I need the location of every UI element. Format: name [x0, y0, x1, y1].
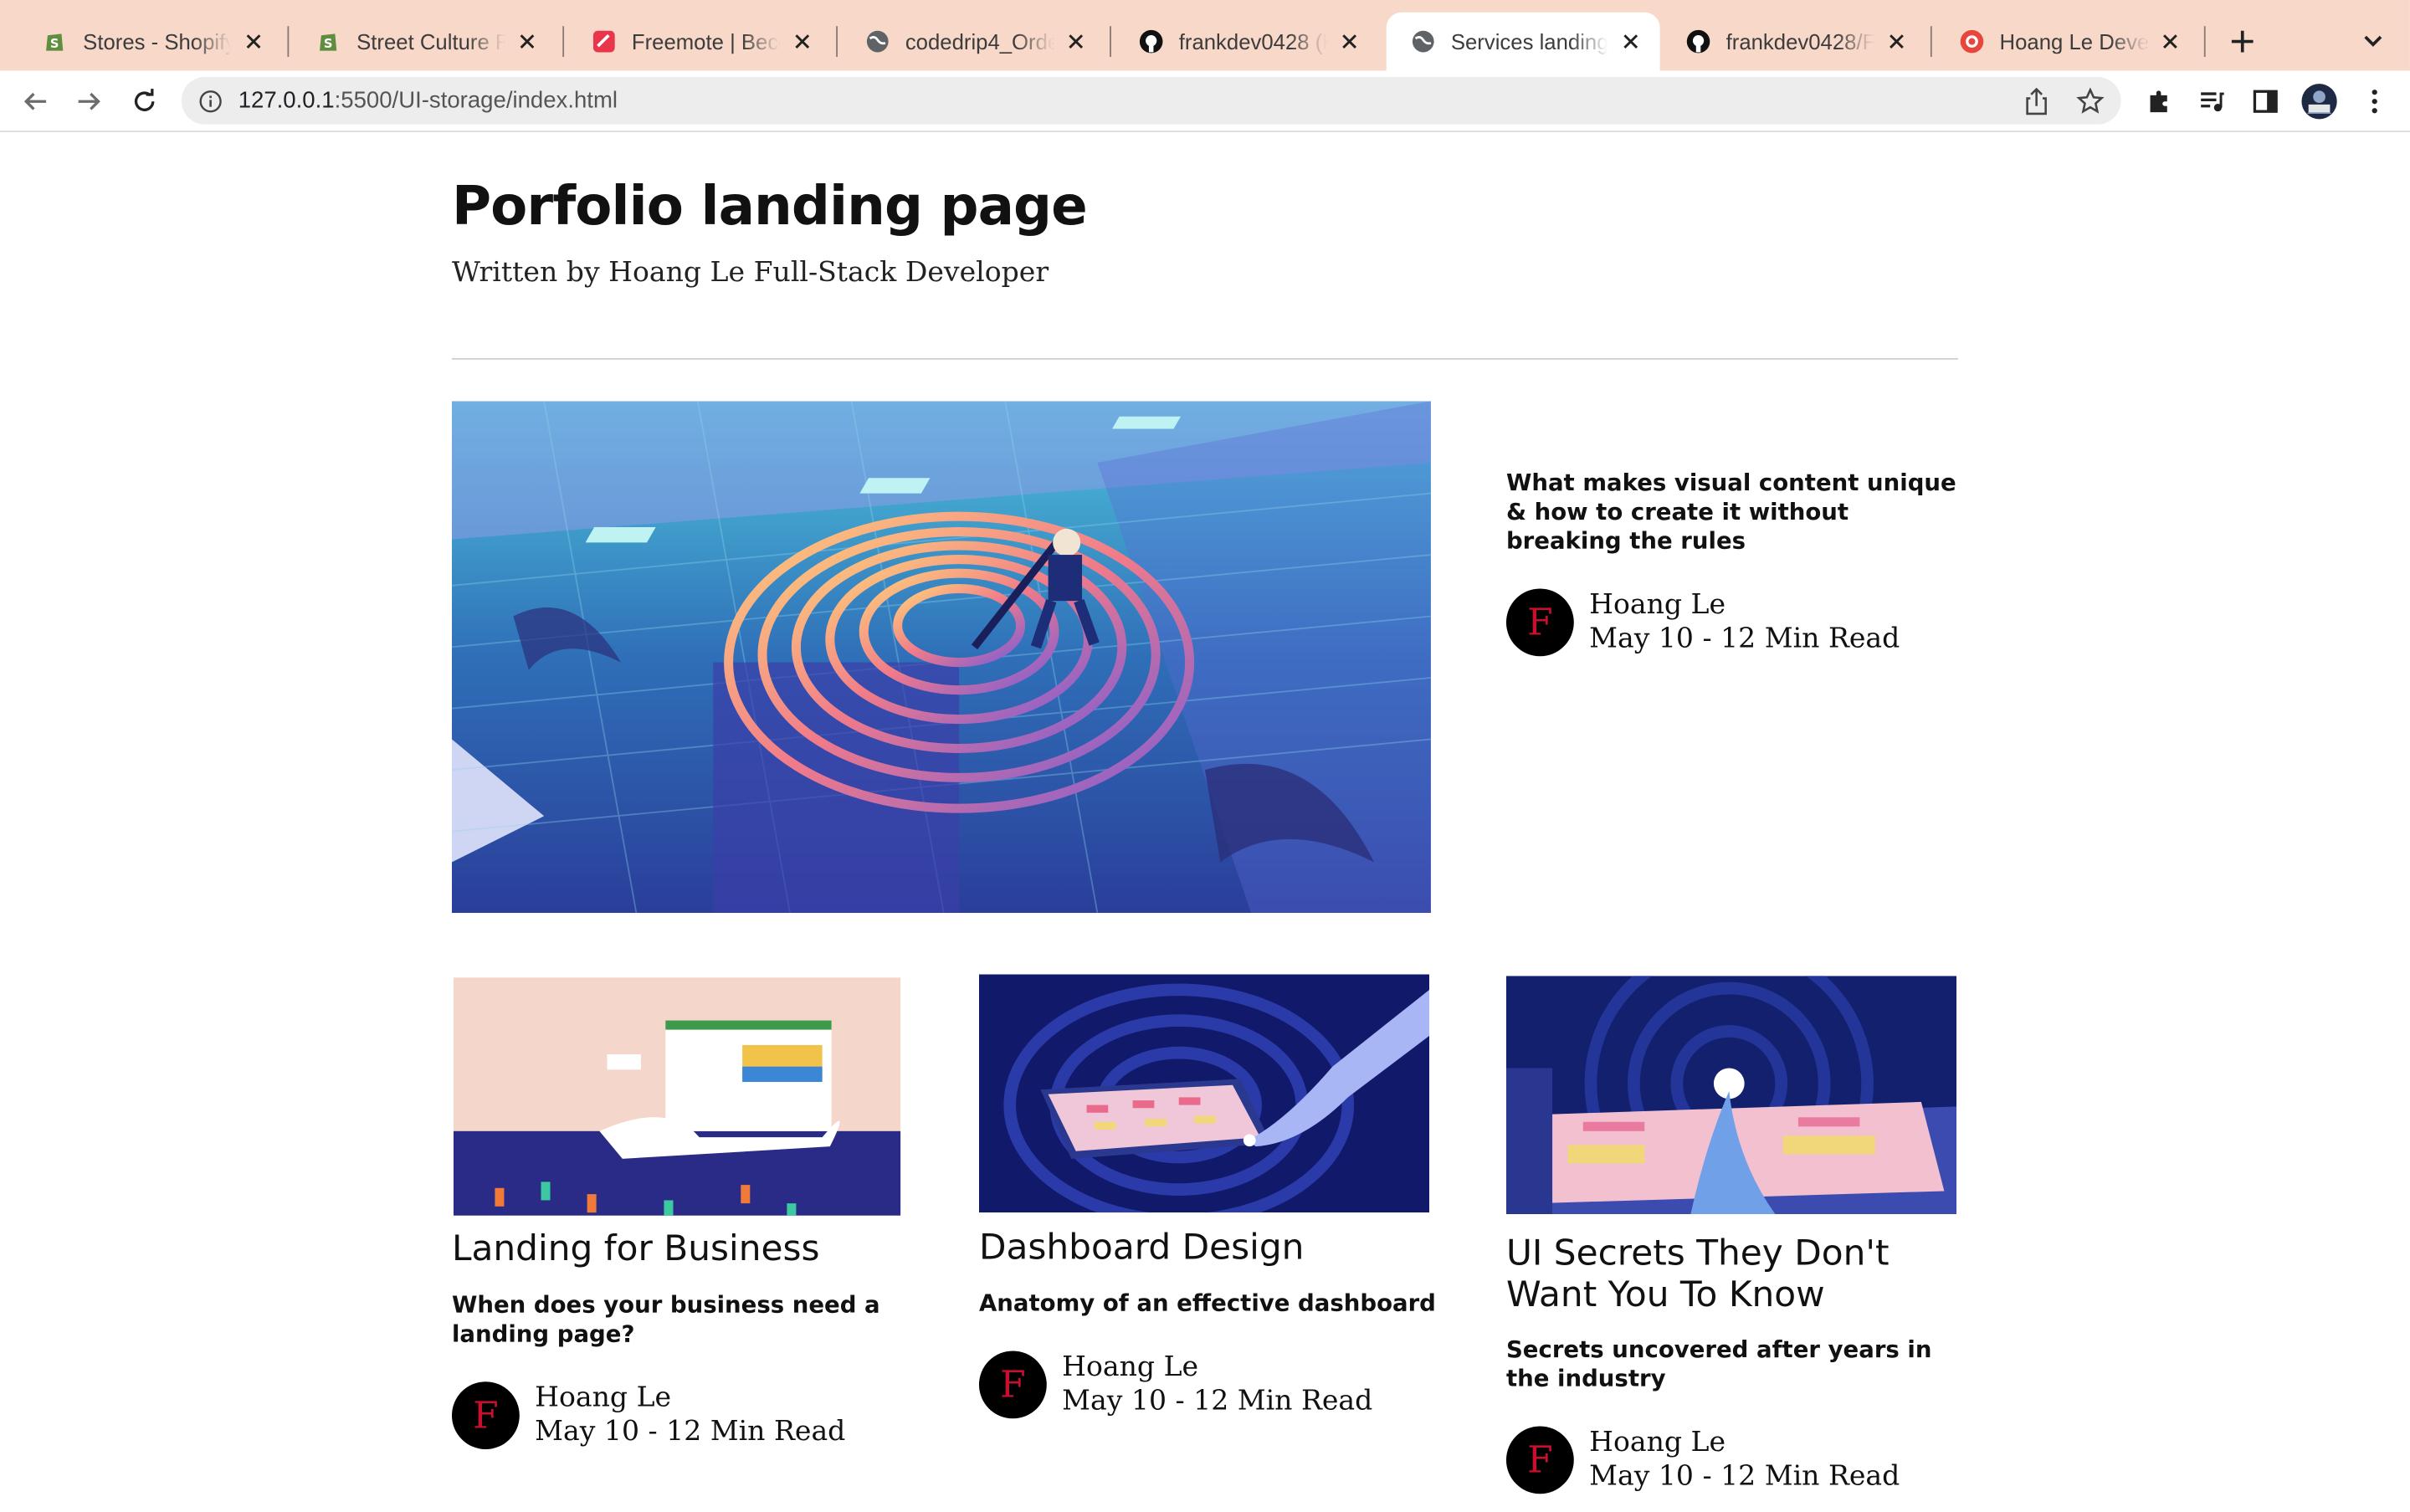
avatar-letter: F	[1000, 1363, 1026, 1407]
profile-avatar-icon[interactable]	[2301, 83, 2338, 120]
forward-arrow-icon[interactable]	[74, 86, 105, 117]
globe-icon	[865, 29, 890, 54]
tab-title: frankdev0428 (Ho	[1179, 28, 1327, 54]
tab-separator	[287, 26, 290, 57]
close-icon[interactable]	[1062, 28, 1090, 55]
card-title-dashboard[interactable]: Dashboard Design	[979, 1228, 1440, 1270]
reload-icon[interactable]	[129, 86, 160, 117]
tab-separator	[1930, 26, 1932, 57]
tab-title: Freemote | Becom	[631, 28, 780, 54]
url-path: :5500/UI-storage/index.html	[334, 87, 618, 114]
author-name: Hoang Le	[1589, 1426, 1726, 1459]
extensions-icon[interactable]	[2144, 86, 2175, 117]
close-icon[interactable]	[1883, 28, 1910, 55]
avatar: F	[978, 1351, 1047, 1419]
avatar: F	[1505, 588, 1574, 657]
tab-github-profile[interactable]: frankdev0428 (Ho	[1115, 13, 1379, 71]
tab-separator	[836, 26, 838, 57]
avatar-letter: F	[473, 1393, 499, 1438]
url-host: 127.0.0.1	[238, 87, 335, 114]
post-meta: May 10 - 12 Min Read	[1589, 1459, 1900, 1493]
close-icon[interactable]	[2156, 28, 2184, 55]
author-name: Hoang Le	[1589, 588, 1726, 622]
tab-stores-shopify[interactable]: S Stores - Shopify F	[18, 13, 283, 71]
side-panel-icon[interactable]	[2250, 86, 2281, 117]
tab-codedrip[interactable]: codedrip4_Order	[841, 13, 1105, 71]
card-image-dashboard[interactable]	[978, 974, 1430, 1213]
card-author-dashboard: F Hoang Le May 10 - 12 Min Read	[978, 1351, 1372, 1419]
tab-hoang-le-developer[interactable]: Hoang Le Develop	[1935, 13, 2199, 71]
author-info: Hoang Le May 10 - 12 Min Read	[1062, 1351, 1372, 1418]
tab-title: codedrip4_Order	[905, 28, 1054, 54]
avatar-letter: F	[1527, 1438, 1553, 1482]
tab-freemote[interactable]: Freemote | Becom	[567, 13, 832, 71]
tab-street-culture[interactable]: S Street Culture Fit	[292, 13, 556, 71]
tab-separator	[562, 26, 565, 57]
card-subtitle-ui-secrets: Secrets uncovered after years in the ind…	[1505, 1335, 1932, 1393]
site-info-icon[interactable]	[198, 90, 223, 122]
featured-post-author: F Hoang Le May 10 - 12 Min Read	[1505, 588, 1900, 657]
post-meta: May 10 - 12 Min Read	[1062, 1384, 1373, 1417]
close-icon[interactable]	[513, 28, 541, 55]
address-bar[interactable]: 127.0.0.1:5500/UI-storage/index.html	[181, 76, 2121, 125]
author-name: Hoang Le	[535, 1381, 672, 1414]
avatar: F	[1505, 1426, 1574, 1494]
browser-toolbar: 127.0.0.1:5500/UI-storage/index.html	[0, 70, 2410, 132]
new-tab-icon[interactable]	[2226, 24, 2259, 58]
globe-icon	[1411, 29, 1435, 54]
avatar-letter: F	[1527, 601, 1553, 644]
page-subtitle: Written by Hoang Le Full-Stack Developer	[451, 256, 1049, 290]
tab-title: Hoang Le Develop	[2000, 28, 2147, 54]
author-info: Hoang Le May 10 - 12 Min Read	[1589, 588, 1900, 656]
author-info: Hoang Le May 10 - 12 Min Read	[1589, 1426, 1900, 1494]
featured-post-title[interactable]: What makes visual content unique & how t…	[1506, 469, 1967, 556]
tab-separator	[1110, 26, 1111, 57]
tab-github-repo[interactable]: frankdev0428/Fro	[1661, 13, 1925, 71]
shopify-icon: S	[43, 29, 67, 54]
post-meta: May 10 - 12 Min Read	[1589, 622, 1900, 655]
post-meta: May 10 - 12 Min Read	[535, 1415, 846, 1448]
card-image-ui-secrets[interactable]	[1505, 976, 1957, 1214]
card-subtitle-dashboard: Anatomy of an effective dashboard	[978, 1289, 1436, 1318]
github-icon	[1139, 29, 1163, 54]
tab-strip: S Stores - Shopify F S Street Culture Fi…	[0, 0, 2410, 71]
card-author-ui-secrets: F Hoang Le May 10 - 12 Min Read	[1505, 1426, 1900, 1494]
freemote-icon	[592, 29, 616, 54]
browser-menu-icon[interactable]	[2359, 86, 2390, 117]
url-text: 127.0.0.1:5500/UI-storage/index.html	[238, 88, 618, 114]
tab-title: frankdev0428/Fro	[1726, 28, 1874, 54]
tab-services-landing[interactable]: Services landing p	[1386, 12, 1660, 71]
tab-title: Stores - Shopify F	[83, 28, 231, 54]
card-title-ui-secrets[interactable]: UI Secrets They Don't Want You To Know	[1506, 1234, 1967, 1317]
close-icon[interactable]	[1336, 28, 1363, 55]
chevron-down-icon[interactable]	[2361, 28, 2385, 52]
portfolio-icon	[1960, 29, 1984, 54]
card-title-landing[interactable]: Landing for Business	[452, 1229, 913, 1271]
avatar: F	[451, 1381, 520, 1450]
page-viewport: Porfolio landing page Written by Hoang L…	[0, 133, 2410, 1512]
close-icon[interactable]	[788, 28, 816, 55]
page-title: Porfolio landing page	[451, 177, 1088, 238]
close-icon[interactable]	[1617, 28, 1644, 55]
tab-title: Street Culture Fit	[356, 28, 505, 54]
card-subtitle-landing: When does your business need a landing p…	[451, 1290, 880, 1348]
github-icon	[1686, 29, 1710, 54]
card-author-landing: F Hoang Le May 10 - 12 Min Read	[451, 1381, 845, 1450]
tab-title: Services landing p	[1450, 28, 1608, 54]
featured-post-image[interactable]	[451, 401, 1431, 913]
divider	[451, 357, 1958, 360]
bookmark-star-icon[interactable]	[2076, 87, 2105, 123]
author-name: Hoang Le	[1062, 1351, 1199, 1384]
card-image-landing[interactable]	[453, 977, 901, 1216]
media-playlist-icon[interactable]	[2197, 86, 2228, 117]
svg-text:S: S	[324, 37, 333, 51]
author-info: Hoang Le May 10 - 12 Min Read	[535, 1381, 845, 1449]
svg-text:S: S	[50, 37, 59, 51]
share-icon[interactable]	[2024, 87, 2048, 123]
back-arrow-icon[interactable]	[20, 86, 51, 117]
tab-separator	[2203, 26, 2206, 57]
shopify-icon: S	[316, 29, 341, 54]
close-icon[interactable]	[240, 28, 268, 55]
